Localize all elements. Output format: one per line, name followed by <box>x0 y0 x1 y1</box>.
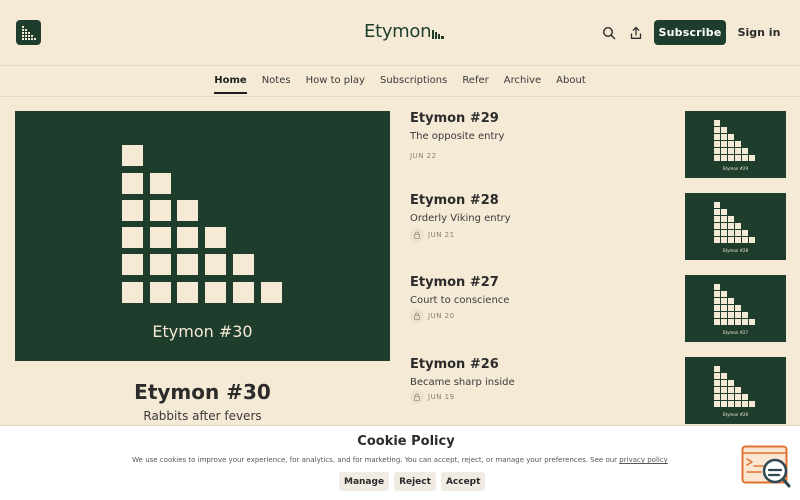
thumbnail-caption: Etymon #26 <box>722 412 749 417</box>
cookie-actions: Manage Reject Accept <box>339 472 486 491</box>
nav-divider <box>0 96 800 97</box>
search-button[interactable] <box>598 22 620 44</box>
post-date: JUN 21 <box>428 231 455 239</box>
post-date: JUN 20 <box>428 312 455 320</box>
nav-about[interactable]: About <box>549 66 594 94</box>
thumbnail-caption: Etymon #29 <box>722 166 749 171</box>
thumbnail-caption: Etymon #27 <box>722 330 749 335</box>
nav-subscriptions[interactable]: Subscriptions <box>372 66 454 94</box>
cookie-text: We use cookies to improve your experienc… <box>0 456 800 464</box>
post-subtitle: Court to conscience <box>410 295 510 306</box>
post-meta: JUN 22 <box>410 149 437 163</box>
featured-post-title[interactable]: Etymon #30 <box>15 380 390 404</box>
post-title[interactable]: Etymon #27 <box>410 275 499 290</box>
post-item[interactable]: Etymon #29 The opposite entry JUN 22 Ety… <box>410 111 786 179</box>
lock-icon <box>410 228 424 242</box>
main-nav: Home Notes How to play Subscriptions Ref… <box>0 66 800 96</box>
privacy-policy-link[interactable]: privacy policy <box>619 456 668 464</box>
search-icon <box>602 26 616 40</box>
post-thumbnail[interactable]: Etymon #28 <box>685 193 786 260</box>
featured-image-caption: Etymon #30 <box>152 322 253 341</box>
cookie-title: Cookie Policy <box>357 434 455 449</box>
accept-button[interactable]: Accept <box>440 472 486 491</box>
thumbnail-caption: Etymon #28 <box>722 248 749 253</box>
post-title[interactable]: Etymon #29 <box>410 111 499 126</box>
post-date: JUN 22 <box>410 152 437 160</box>
lock-icon <box>410 309 424 323</box>
logo-icon[interactable] <box>16 20 41 45</box>
nav-archive[interactable]: Archive <box>496 66 548 94</box>
post-thumbnail[interactable]: Etymon #29 <box>685 111 786 178</box>
lock-icon <box>410 390 424 404</box>
featured-post-subtitle: Rabbits after fevers <box>143 409 262 423</box>
post-title[interactable]: Etymon #26 <box>410 357 499 372</box>
post-date: JUN 19 <box>428 393 455 401</box>
manage-button[interactable]: Manage <box>339 472 390 491</box>
featured-post-image[interactable]: Etymon #30 <box>15 111 390 361</box>
post-subtitle: The opposite entry <box>410 131 505 142</box>
post-meta: JUN 20 <box>410 309 455 323</box>
cookie-banner: Cookie Policy We use cookies to improve … <box>0 425 800 500</box>
brand-staircase-icon <box>432 30 445 39</box>
post-subtitle: Became sharp inside <box>410 377 515 388</box>
nav-home[interactable]: Home <box>207 66 254 94</box>
post-thumbnail[interactable]: Etymon #26 <box>685 357 786 424</box>
post-meta: JUN 19 <box>410 390 455 404</box>
post-item[interactable]: Etymon #26 Became sharp inside JUN 19 Et… <box>410 357 786 425</box>
reject-button[interactable]: Reject <box>394 472 436 491</box>
help-widget-icon[interactable] <box>741 445 791 490</box>
brand-name: Etymon <box>364 21 432 42</box>
cookie-description: We use cookies to improve your experienc… <box>132 456 618 464</box>
post-meta: JUN 21 <box>410 228 455 242</box>
share-icon <box>630 26 642 39</box>
brand-title[interactable]: Etymon <box>364 19 445 43</box>
share-button[interactable] <box>625 22 647 44</box>
nav-refer[interactable]: Refer <box>455 66 496 94</box>
nav-notes[interactable]: Notes <box>254 66 298 94</box>
post-subtitle: Orderly Viking entry <box>410 213 511 224</box>
post-title[interactable]: Etymon #28 <box>410 193 499 208</box>
subscribe-button[interactable]: Subscribe <box>654 20 726 45</box>
sign-in-button[interactable]: Sign in <box>736 20 782 45</box>
nav-how-to-play[interactable]: How to play <box>298 66 372 94</box>
post-item[interactable]: Etymon #27 Court to conscience JUN 20 Et… <box>410 275 786 343</box>
post-thumbnail[interactable]: Etymon #27 <box>685 275 786 342</box>
post-item[interactable]: Etymon #28 Orderly Viking entry JUN 21 E… <box>410 193 786 261</box>
site-header: Etymon Subscribe Sign in <box>0 0 800 66</box>
